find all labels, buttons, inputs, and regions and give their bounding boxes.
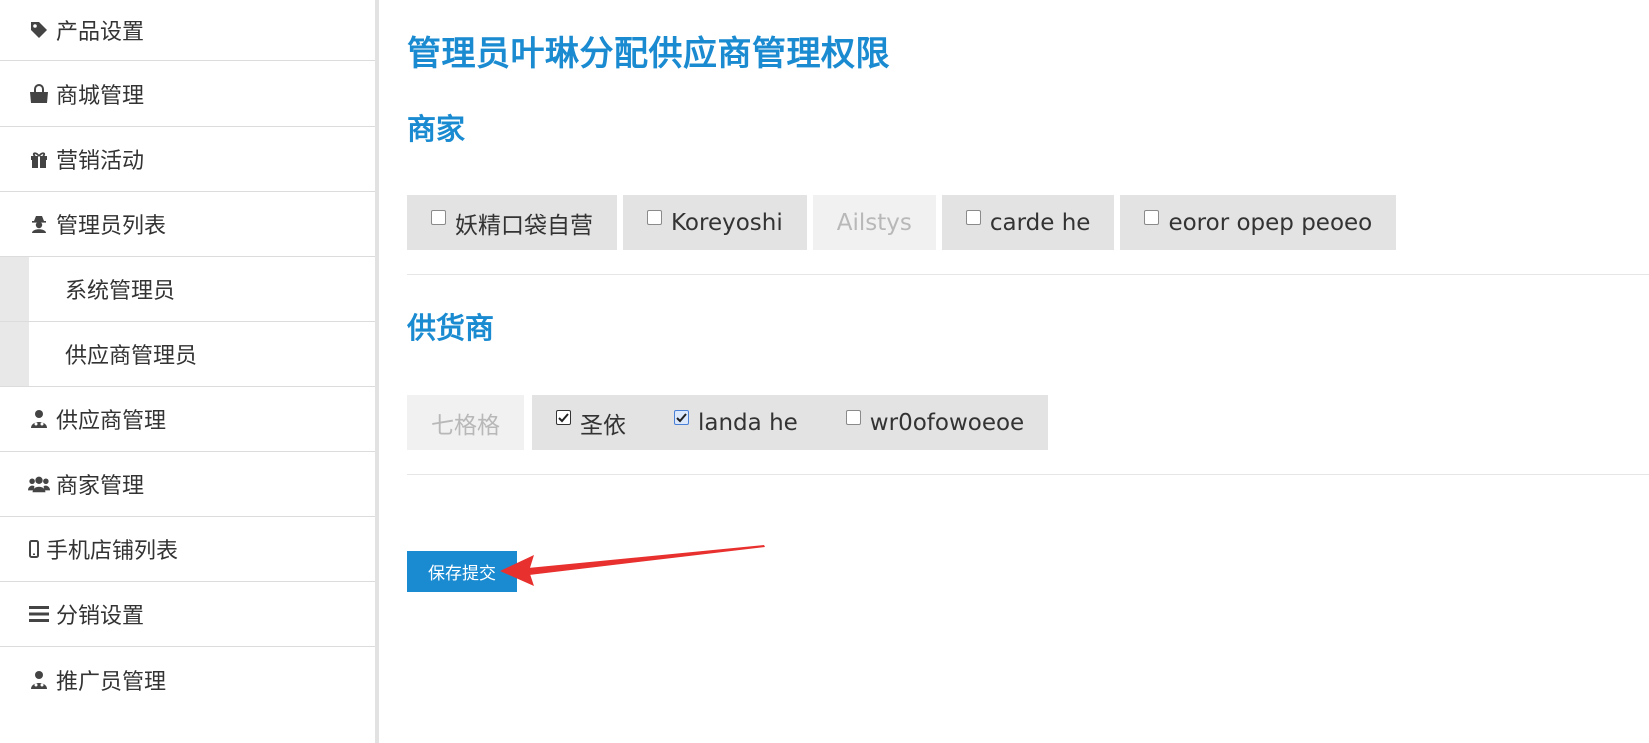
merchant-option-disabled: Ailstys — [812, 195, 936, 250]
merchant-option[interactable]: eoror opep peoeo — [1120, 195, 1397, 250]
sidebar-item-label: 系统管理员 — [65, 279, 176, 304]
merchant-options: 妖精口袋自营 Koreyoshi Ailstys carde he eoror … — [407, 195, 1402, 250]
sidebar-item-label: 供应商管理员 — [65, 344, 198, 369]
option-label: Koreyoshi — [671, 209, 783, 236]
bars-icon — [28, 603, 50, 625]
checkbox[interactable] — [965, 210, 981, 225]
sidebar-item-label: 产品设置 — [56, 20, 145, 45]
sidebar-subitem-supplier-admin[interactable]: 供应商管理员 — [0, 322, 375, 387]
annotation-arrow-icon — [500, 545, 765, 586]
main-content: 管理员叶琳分配供应商管理权限 商家 妖精口袋自营 Koreyoshi Ailst… — [407, 0, 1649, 743]
sidebar-item-merchant-management[interactable]: 商家管理 — [0, 452, 375, 517]
supplier-option[interactable]: 圣依 — [556, 406, 626, 440]
supplier-option-group: 圣依 landa he wr0ofowoeoe — [532, 395, 1049, 450]
supplier-section-title: 供货商 — [407, 311, 495, 345]
shopping-bag-icon — [28, 83, 50, 105]
checkbox[interactable] — [845, 410, 861, 425]
user-md-icon — [28, 408, 50, 430]
user-md-icon — [28, 669, 50, 691]
sidebar: 产品设置 商城管理 营销活动 管理员列表 系统管理员 供应商管理员 供应商管理 … — [0, 0, 379, 743]
sidebar-item-mall-management[interactable]: 商城管理 — [0, 61, 375, 127]
check-icon — [558, 412, 569, 422]
sidebar-item-promoter-management[interactable]: 推广员管理 — [0, 647, 375, 712]
sidebar-item-label: 分销设置 — [56, 604, 145, 629]
supplier-option-disabled: 七格格 — [407, 395, 524, 450]
supplier-options: 七格格 圣依 landa he wr0ofowoeoe — [407, 395, 1049, 450]
supplier-option[interactable]: landa he — [674, 410, 798, 436]
sidebar-item-admin-list[interactable]: 管理员列表 — [0, 192, 375, 257]
checkbox[interactable] — [1144, 210, 1160, 225]
sidebar-item-label: 营销活动 — [56, 149, 145, 174]
merchant-option[interactable]: carde he — [941, 195, 1115, 250]
sidebar-item-product-settings[interactable]: 产品设置 — [0, 0, 375, 61]
user-secret-icon — [28, 213, 50, 235]
option-label: landa he — [698, 409, 798, 436]
sidebar-item-label: 商城管理 — [56, 83, 145, 109]
sidebar-subitem-system-admin[interactable]: 系统管理员 — [0, 257, 375, 322]
option-label: Ailstys — [836, 209, 912, 236]
sidebar-item-label: 商家管理 — [56, 474, 145, 499]
sidebar-item-supplier-management[interactable]: 供应商管理 — [0, 387, 375, 452]
option-label: wr0ofowoeoe — [869, 409, 1025, 436]
option-label: 妖精口袋自营 — [455, 212, 593, 239]
option-label: carde he — [989, 209, 1091, 236]
supplier-option[interactable]: wr0ofowoeoe — [845, 409, 1025, 436]
merchant-option[interactable]: Koreyoshi — [623, 195, 807, 250]
sidebar-item-label: 供应商管理 — [56, 409, 167, 434]
sidebar-item-distribution-settings[interactable]: 分销设置 — [0, 582, 375, 647]
section-divider — [407, 274, 1649, 275]
gift-icon — [28, 148, 50, 170]
page-title: 管理员叶琳分配供应商管理权限 — [407, 34, 890, 74]
option-label: 圣依 — [580, 412, 626, 439]
checkbox-checked[interactable] — [674, 410, 689, 425]
checkbox[interactable] — [647, 210, 662, 225]
sidebar-item-mobile-stores[interactable]: 手机店铺列表 — [0, 517, 375, 582]
checkbox[interactable] — [431, 210, 446, 225]
sidebar-item-label: 手机店铺列表 — [46, 539, 179, 564]
check-icon — [676, 412, 687, 422]
sidebar-item-label: 管理员列表 — [56, 214, 167, 239]
sidebar-item-label: 推广员管理 — [56, 669, 167, 695]
sidebar-item-marketing[interactable]: 营销活动 — [0, 127, 375, 192]
section-divider — [407, 474, 1649, 475]
checkbox-checked[interactable] — [556, 410, 571, 425]
merchant-option[interactable]: 妖精口袋自营 — [407, 195, 617, 250]
users-icon — [28, 473, 50, 495]
option-label: eoror opep peoeo — [1168, 209, 1373, 236]
mobile-icon — [28, 538, 40, 560]
merchant-section-title: 商家 — [407, 112, 466, 146]
option-label: 七格格 — [431, 412, 500, 439]
tag-icon — [28, 19, 50, 41]
